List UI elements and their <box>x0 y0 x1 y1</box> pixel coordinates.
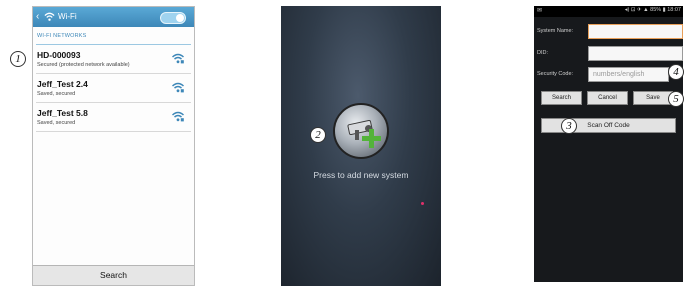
callout-5: 5 <box>668 91 684 107</box>
wifi-signal-icon <box>172 53 184 64</box>
did-field[interactable] <box>588 46 683 61</box>
indicator-dot <box>421 202 424 205</box>
network-item[interactable]: HD-000093 Secured (protected network ava… <box>36 45 191 74</box>
callout-2: 2 <box>310 127 326 143</box>
callout-4: 4 <box>668 64 684 80</box>
add-system-button[interactable] <box>333 103 389 159</box>
wifi-header-bar: ‹ Wi-Fi <box>33 7 194 27</box>
status-bar: ✉ ◂) ⊡ ✈ ▲ 85% ▮ 18:07 <box>534 6 683 17</box>
wifi-icon <box>44 12 55 21</box>
search-button[interactable]: Search <box>541 91 582 105</box>
save-button[interactable]: Save <box>633 91 673 105</box>
camera-mount-icon <box>355 130 359 140</box>
network-status: Saved, secured <box>37 120 76 126</box>
network-status: Secured (protected network available) <box>37 62 130 68</box>
wifi-toggle[interactable] <box>160 12 186 24</box>
status-icons: ◂) ⊡ ✈ ▲ 85% ▮ 18:07 <box>624 7 681 13</box>
add-system-screen: Press to add new system <box>281 6 441 286</box>
did-label: DID: <box>537 50 548 56</box>
plus-icon-bar <box>362 136 381 141</box>
network-status: Saved, secured <box>37 91 76 97</box>
notification-icon: ✉ <box>537 8 543 14</box>
wifi-title: Wi-Fi <box>58 12 77 21</box>
security-code-placeholder: numbers/english <box>593 71 645 78</box>
wifi-signal-icon <box>172 111 184 122</box>
network-item[interactable]: Jeff_Test 5.8 Saved, secured <box>36 103 191 132</box>
network-name: HD-000093 <box>37 50 81 60</box>
search-button[interactable]: Search <box>33 265 194 285</box>
add-system-caption: Press to add new system <box>313 170 409 180</box>
system-name-field[interactable] <box>588 24 683 39</box>
cancel-button[interactable]: Cancel <box>587 91 628 105</box>
security-code-label: Security Code: <box>537 71 574 77</box>
system-name-label: System Name: <box>537 28 574 34</box>
wifi-signal-icon <box>172 82 184 93</box>
network-name: Jeff_Test 2.4 <box>37 79 88 89</box>
network-name: Jeff_Test 5.8 <box>37 108 88 118</box>
network-item[interactable]: Jeff_Test 2.4 Saved, secured <box>36 74 191 103</box>
wifi-networks-section-label: WI-FI NETWORKS <box>37 33 87 39</box>
callout-3: 3 <box>561 118 577 134</box>
system-form-screen: ✉ ◂) ⊡ ✈ ▲ 85% ▮ 18:07 System Name: DID:… <box>534 6 683 282</box>
security-code-field[interactable]: numbers/english <box>588 67 669 82</box>
callout-1: 1 <box>10 51 26 67</box>
wifi-settings-screen: ‹ Wi-Fi WI-FI NETWORKS HD-000093 Secured… <box>32 6 195 286</box>
back-arrow-icon[interactable]: ‹ <box>36 11 39 23</box>
